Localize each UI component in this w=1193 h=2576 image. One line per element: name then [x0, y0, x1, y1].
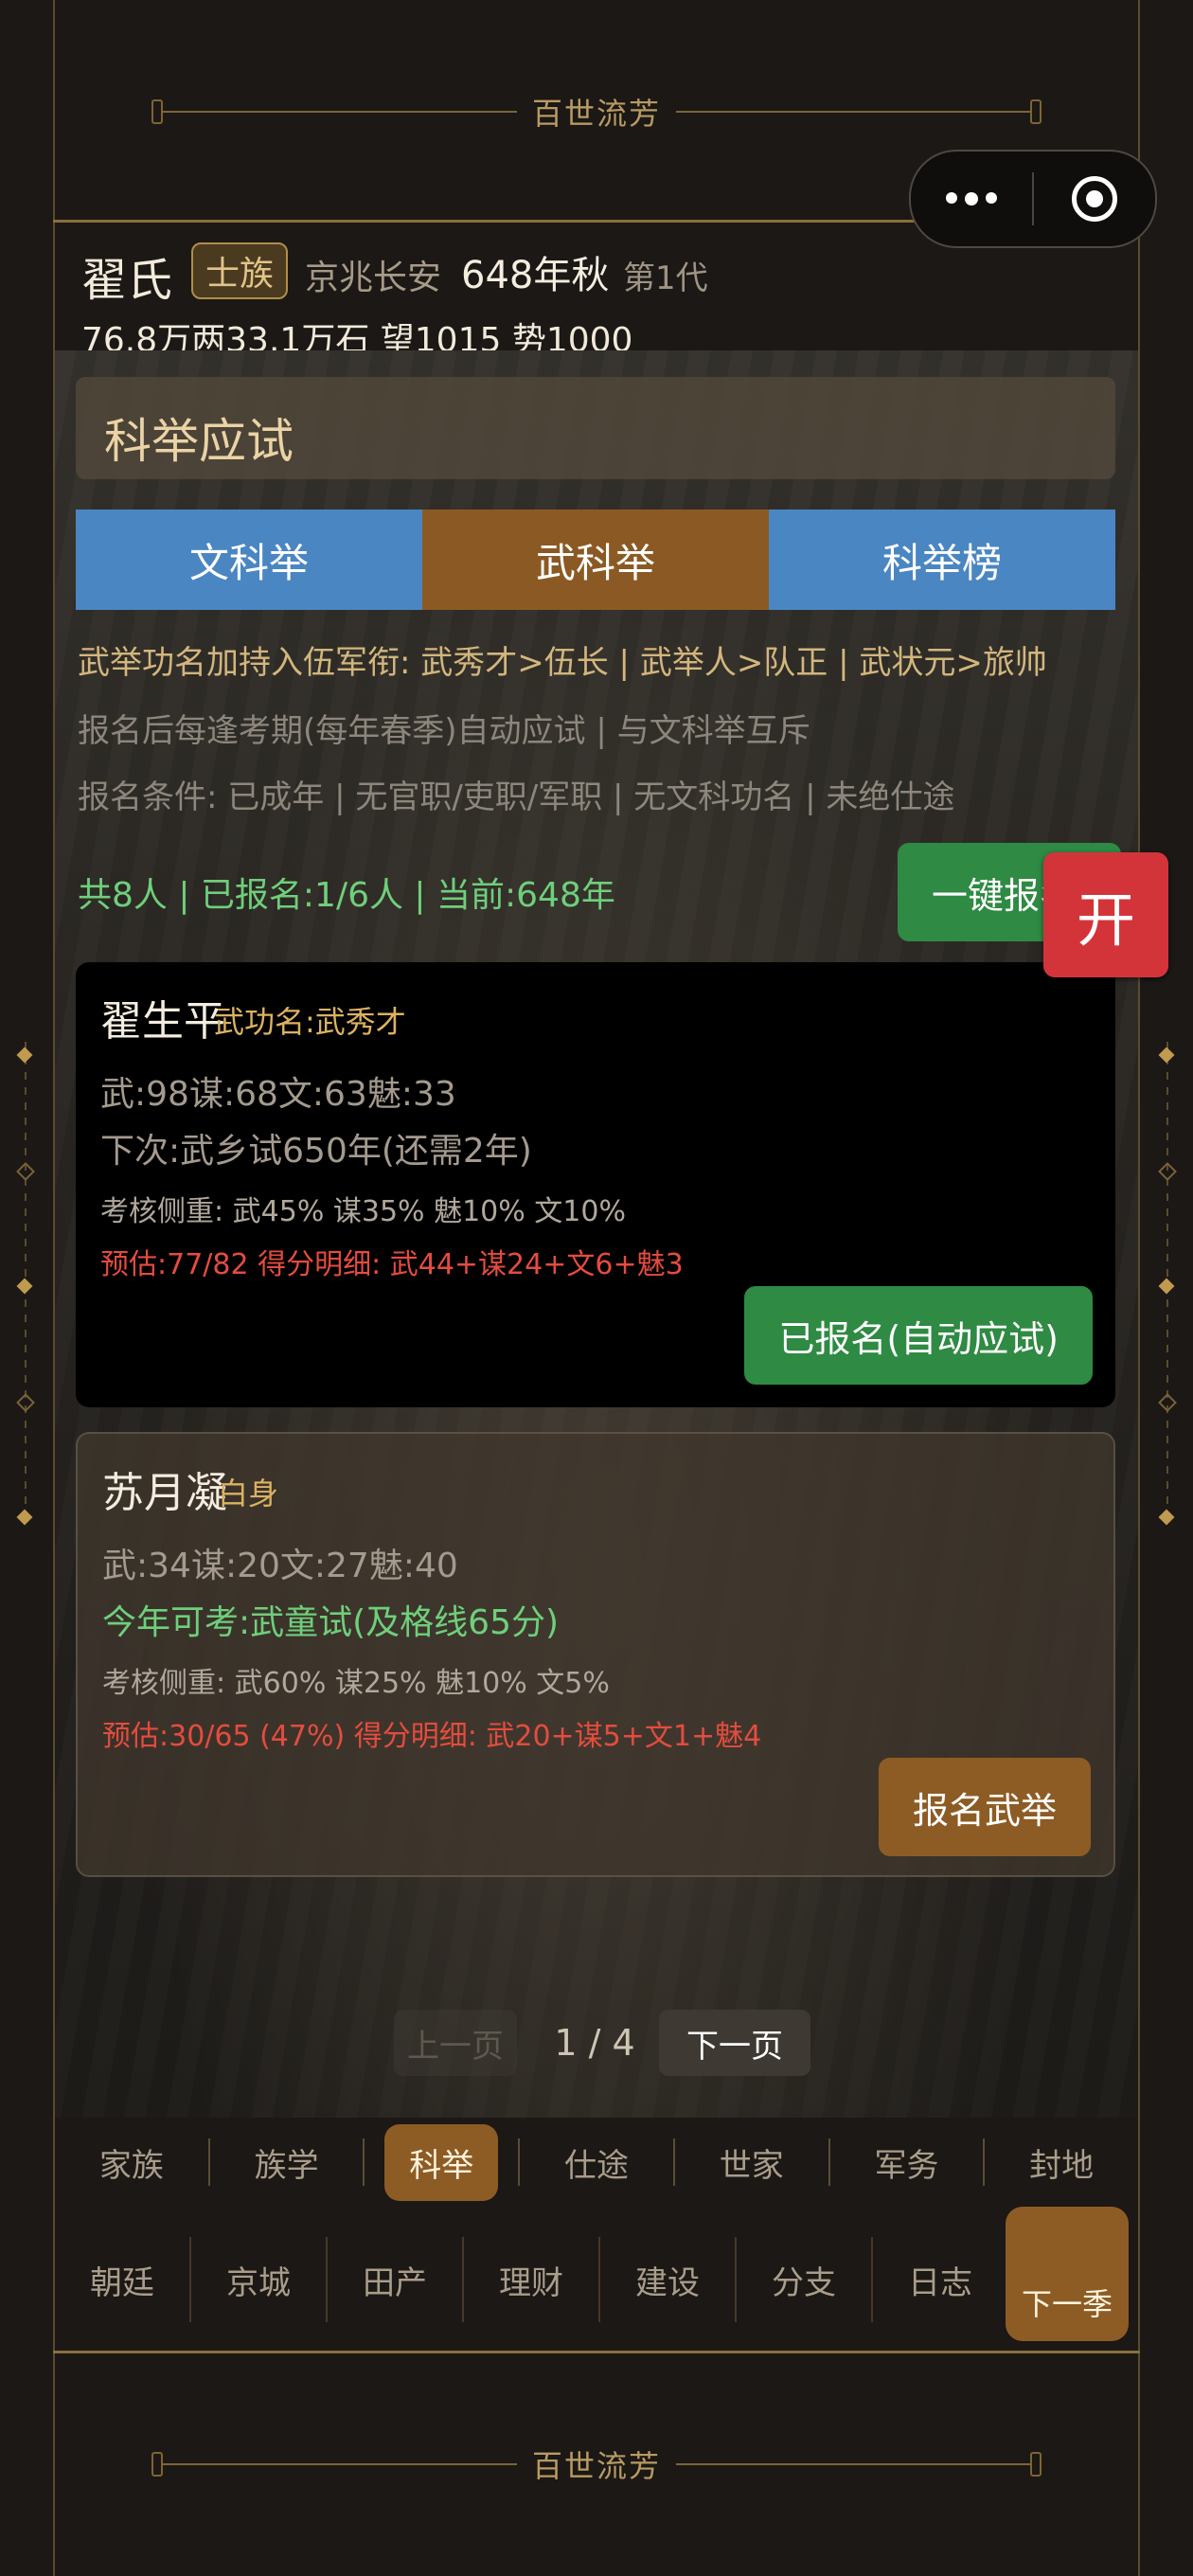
side-diamond-icon	[1158, 1509, 1175, 1526]
more-dots-icon[interactable]	[911, 192, 1032, 206]
top-banner: 百世流芳	[151, 93, 1042, 132]
banner-cap-right	[1030, 99, 1042, 124]
candidate-title: 武功名:武秀才	[214, 1004, 406, 1040]
banner-rule	[676, 2463, 1031, 2465]
nav-label: 军务	[874, 2146, 939, 2185]
section-title: 科举应试	[104, 414, 294, 469]
score-estimate: 预估:77/82 得分明细: 武44+谋24+文6+魅3	[100, 1248, 684, 1281]
tab-civil-exam[interactable]: 文科举	[76, 510, 422, 610]
exam-weight-info: 考核侧重: 武60% 谋25% 魅10% 文5%	[102, 1667, 610, 1700]
prev-page-button[interactable]: 上一页	[394, 2010, 517, 2076]
candidate-title: 白身	[218, 1476, 279, 1512]
tab-exam-ranking[interactable]: 科举榜	[769, 510, 1115, 610]
bottom-nav-primary: 家族 族学 科举 仕途 世家 军务 封地	[55, 2118, 1138, 2207]
nav-item-branches[interactable]: 分支	[737, 2221, 871, 2338]
candidate-card: 苏月凝 白身 武:34谋:20文:27魅:40 今年可考:武童试(及格线65分)…	[76, 1432, 1115, 1877]
section-title-bar: 科举应试	[76, 377, 1115, 479]
miniprogram-capsule	[909, 150, 1157, 248]
nav-item-construction[interactable]: 建设	[600, 2221, 735, 2338]
banner-cap-right	[1030, 2452, 1042, 2477]
banner-rule	[163, 2463, 517, 2465]
exam-weight-info: 考核侧重: 武45% 谋35% 魅10% 文10%	[100, 1195, 626, 1228]
family-name: 翟氏	[81, 254, 173, 307]
nav-label: 世家	[719, 2146, 784, 2185]
rank-bonus-info: 武举功名加持入伍军衔: 武秀才>伍长 | 武举人>队正 | 武状元>旅帅	[78, 644, 1047, 682]
nav-item-farmland[interactable]: 田产	[328, 2221, 462, 2338]
generation-label: 第1代	[623, 259, 708, 297]
next-exam-info: 下次:武乡试650年(还需2年)	[100, 1132, 532, 1171]
side-diamond-icon	[16, 1393, 35, 1412]
banner-cap-left	[151, 2452, 163, 2477]
score-estimate: 预估:30/65 (47%) 得分明细: 武20+谋5+文1+魅4	[102, 1720, 762, 1753]
class-badge: 士族	[191, 242, 288, 299]
page-indicator: 1 / 4	[554, 2022, 635, 2064]
bottom-nav-secondary: 朝廷 京城 田产 理财 建设 分支 日志	[55, 2207, 1138, 2352]
registration-summary: 共8人 | 已报名:1/6人 | 当前:648年	[78, 876, 615, 915]
tab-military-exam[interactable]: 武科举	[422, 510, 769, 610]
side-diamond-icon	[16, 1046, 33, 1064]
nav-item-military[interactable]: 军务	[830, 2118, 984, 2207]
auto-exam-info: 报名后每逢考期(每年春季)自动应试 | 与文科举互斥	[78, 712, 810, 750]
candidate-name: 翟生平	[100, 997, 225, 1046]
side-diamond-icon	[1158, 1162, 1177, 1181]
nav-item-capital[interactable]: 京城	[191, 2221, 326, 2338]
side-diamond-icon	[1158, 1393, 1177, 1412]
side-diamond-icon	[1158, 1278, 1175, 1295]
nav-label: 封地	[1029, 2146, 1095, 2185]
banner-title: 百世流芳	[532, 2448, 662, 2484]
candidate-stats: 武:34谋:20文:27魅:40	[102, 1547, 458, 1585]
nav-item-career[interactable]: 仕途	[520, 2118, 673, 2207]
season-label: 648年秋	[461, 254, 610, 297]
open-float-button[interactable]: 开	[1043, 852, 1168, 977]
candidate-name: 苏月凝	[102, 1469, 227, 1517]
bottom-banner: 百世流芳	[151, 2445, 1042, 2484]
nav-label: 家族	[98, 2146, 164, 2185]
registered-button[interactable]: 已报名(自动应试)	[744, 1286, 1093, 1385]
nav-item-noble-houses[interactable]: 世家	[675, 2118, 828, 2207]
nav-item-log[interactable]: 日志	[873, 2221, 1007, 2338]
banner-title: 百世流芳	[532, 96, 662, 132]
next-season-button[interactable]: 下一季	[1006, 2207, 1129, 2341]
place-label: 京兆长安	[305, 259, 442, 297]
side-diamond-icon	[16, 1162, 35, 1181]
nav-label: 科举	[384, 2123, 499, 2201]
next-page-button[interactable]: 下一页	[659, 2010, 810, 2076]
banner-cap-left	[151, 99, 163, 124]
banner-rule	[163, 111, 517, 113]
nav-item-clan-school[interactable]: 族学	[210, 2118, 364, 2207]
exam-tabs: 文科举 武科举 科举榜	[76, 510, 1115, 610]
banner-rule	[676, 111, 1031, 113]
side-diamond-icon	[16, 1278, 33, 1295]
nav-label: 仕途	[564, 2146, 630, 2185]
nav-item-imperial-exam[interactable]: 科举	[365, 2118, 518, 2207]
exam-panel: 科举应试 文科举 武科举 科举榜 武举功名加持入伍军衔: 武秀才>伍长 | 武举…	[55, 350, 1138, 2118]
side-diamond-icon	[16, 1509, 33, 1526]
register-military-exam-button[interactable]: 报名武举	[878, 1758, 1091, 1856]
frame-right-line	[1138, 0, 1140, 2576]
exam-eligible-info: 今年可考:武童试(及格线65分)	[102, 1603, 560, 1642]
close-target-icon[interactable]	[1034, 176, 1155, 222]
candidate-card: 翟生平 武功名:武秀才 武:98谋:68文:63魅:33 下次:武乡试650年(…	[76, 962, 1115, 1407]
eligibility-info: 报名条件: 已成年 | 无官职/吏职/军职 | 无文科功名 | 未绝仕途	[78, 778, 955, 816]
nav-label: 族学	[254, 2146, 319, 2185]
candidate-stats: 武:98谋:68文:63魅:33	[100, 1075, 456, 1114]
nav-item-finance[interactable]: 理财	[464, 2221, 598, 2338]
nav-item-court[interactable]: 朝廷	[55, 2221, 189, 2338]
nav-item-fief[interactable]: 封地	[985, 2118, 1138, 2207]
nav-item-family[interactable]: 家族	[55, 2118, 208, 2207]
side-diamond-icon	[1158, 1046, 1175, 1064]
